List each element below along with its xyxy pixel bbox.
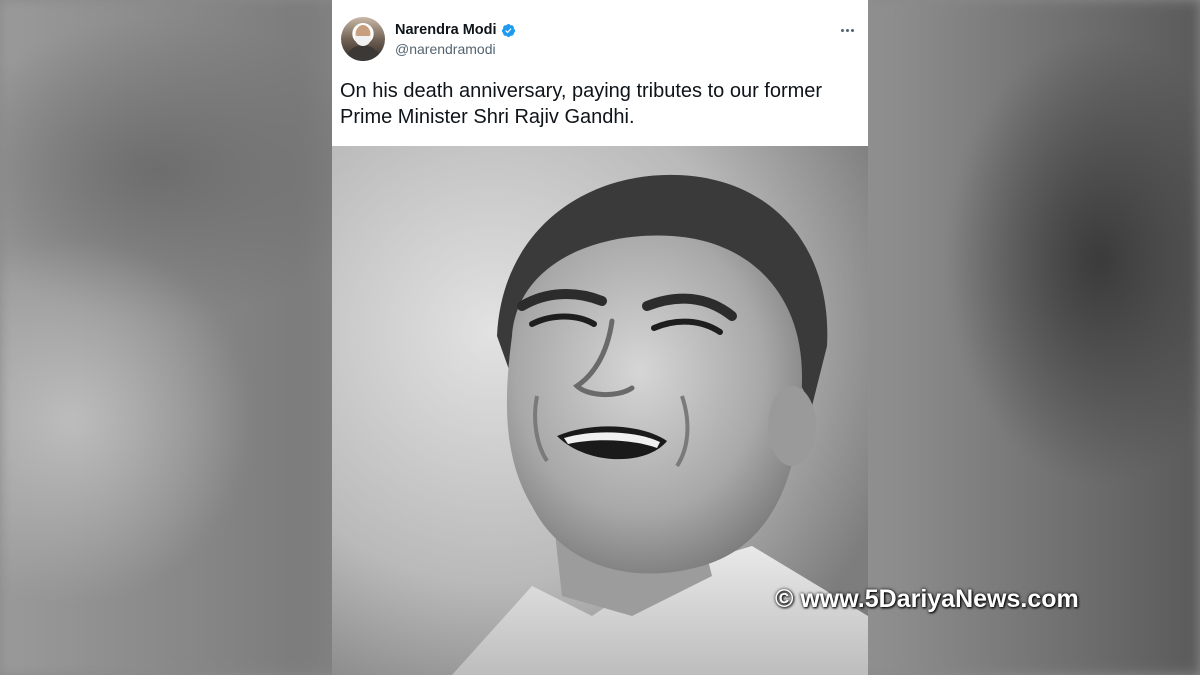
more-dot [845,28,849,32]
author-display-name[interactable]: Narendra Modi [395,22,497,38]
verified-badge-icon [501,23,515,37]
tweet-text: On his death anniversary, paying tribute… [340,80,823,128]
more-dot [850,28,854,32]
avatar-beard [355,36,371,46]
author-avatar[interactable] [341,17,385,61]
author-name-row: Narendra Modi [395,22,516,38]
site-watermark: © www.5DariyaNews.com [775,585,1079,613]
avatar-shoulders [345,45,381,61]
tweet-header: Narendra Modi @narendramodi On his death… [332,0,868,146]
more-options-icon[interactable] [836,20,858,40]
tweet-card: Narendra Modi @narendramodi On his death… [332,0,868,675]
author-handle[interactable]: @narendramodi [395,41,496,57]
more-dot [840,28,844,32]
